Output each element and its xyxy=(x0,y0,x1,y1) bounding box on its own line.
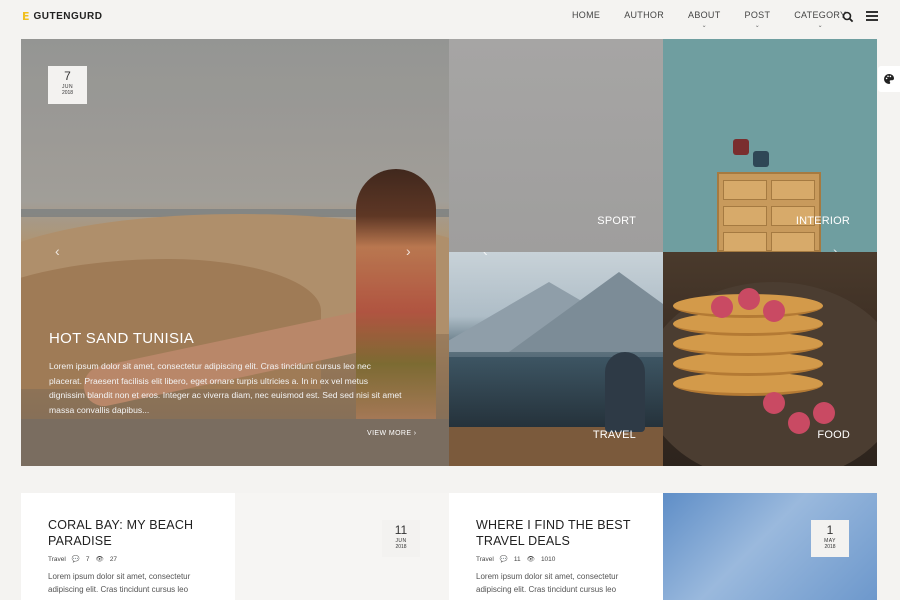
date-day: 7 xyxy=(64,69,71,83)
nav-item-label: CATEGORY xyxy=(794,10,847,20)
chevron-down-icon: ⌄ xyxy=(817,23,823,29)
nav-item-label: POST xyxy=(744,10,771,20)
nav-item-label: AUTHOR xyxy=(624,10,665,20)
post-date: 11 JUN 2018 xyxy=(382,520,420,557)
view-more-link[interactable]: VIEW MORE › xyxy=(367,430,417,437)
date-year: 2018 xyxy=(824,544,836,550)
eye-icon: 👁 xyxy=(95,556,104,563)
chevron-right-icon[interactable]: › xyxy=(833,243,838,252)
photo-subject xyxy=(605,352,645,432)
comment-count: 11 xyxy=(513,555,521,563)
palette-icon[interactable] xyxy=(878,66,900,92)
date-year: 2018 xyxy=(395,544,407,550)
category-tile-sport[interactable]: SPORT xyxy=(449,39,663,252)
post-cards-row: CORAL BAY: MY BEACH PARADISE Travel 💬 7 … xyxy=(21,493,877,600)
comments-icon: 💬 xyxy=(499,556,508,563)
nav-item-label: ABOUT xyxy=(688,10,721,20)
post-date: 1 MAY 2018 xyxy=(811,520,849,557)
chevron-down-icon: ⌄ xyxy=(701,23,707,29)
comment-count: 7 xyxy=(85,555,90,563)
hero-grid: 7 JUN 2018 HOT SAND TUNISIA Lorem ipsum … xyxy=(21,39,877,466)
nav-item-post[interactable]: POST ⌄ xyxy=(733,10,783,29)
cabinet-image xyxy=(717,172,821,252)
category-tile-food[interactable]: FOOD xyxy=(663,252,877,466)
chevron-left-icon[interactable]: ‹ xyxy=(55,243,60,259)
tile-label: FOOD xyxy=(817,429,850,441)
post-excerpt: Lorem ipsum dolor sit amet, consectetur … xyxy=(476,572,619,594)
view-count: 27 xyxy=(109,555,118,563)
tile-label: TRAVEL xyxy=(592,429,636,441)
hero-slide[interactable]: 7 JUN 2018 HOT SAND TUNISIA Lorem ipsum … xyxy=(21,39,449,466)
logo-mark: E xyxy=(22,10,30,23)
post-title[interactable]: CORAL BAY: MY BEACH PARADISE xyxy=(48,518,218,549)
view-more-label: VIEW MORE xyxy=(367,430,412,437)
tile-label: SPORT xyxy=(597,215,636,227)
nav-item-label: HOME xyxy=(572,10,601,20)
post-image[interactable]: 11 JUN 2018 xyxy=(235,493,449,600)
comments-icon: 💬 xyxy=(71,556,80,563)
eye-icon: 👁 xyxy=(526,556,535,563)
post-category[interactable]: Travel xyxy=(48,556,66,563)
post-title[interactable]: WHERE I FIND THE BEST TRAVEL DEALS xyxy=(476,518,646,549)
nav-item-about[interactable]: ABOUT ⌄ xyxy=(676,10,733,29)
post-card[interactable]: CORAL BAY: MY BEACH PARADISE Travel 💬 7 … xyxy=(21,493,235,600)
site-header: E GUTENGURD HOME AUTHOR ABOUT ⌄ POST ⌄ C… xyxy=(0,0,900,34)
hero-excerpt: Lorem ipsum dolor sit amet, consectetur … xyxy=(49,361,402,415)
date-day: 11 xyxy=(394,523,408,537)
hero-title[interactable]: HOT SAND TUNISIA xyxy=(49,330,194,347)
post-date: 7 JUN 2018 xyxy=(48,66,87,104)
tile-label: INTERIOR xyxy=(795,215,850,227)
date-year: 2018 xyxy=(61,90,74,96)
cup-image xyxy=(753,151,769,167)
post-card[interactable]: WHERE I FIND THE BEST TRAVEL DEALS Trave… xyxy=(449,493,663,600)
search-icon[interactable] xyxy=(842,10,854,23)
logo-text: GUTENGURD xyxy=(33,11,103,22)
site-logo[interactable]: E GUTENGURD xyxy=(22,10,102,23)
chevron-right-icon: › xyxy=(413,430,417,437)
post-meta: Travel 💬 11 👁 1010 xyxy=(476,555,556,564)
nav-item-home[interactable]: HOME xyxy=(560,10,612,20)
chevron-down-icon: ⌄ xyxy=(754,23,761,29)
nav-item-author[interactable]: AUTHOR xyxy=(612,10,676,20)
chevron-left-icon[interactable]: ‹ xyxy=(483,252,488,259)
view-count: 1010 xyxy=(540,555,556,563)
category-tile-travel[interactable]: TRAVEL ‹ xyxy=(449,252,663,466)
main-nav: HOME AUTHOR ABOUT ⌄ POST ⌄ CATEGORY ⌄ xyxy=(560,10,858,29)
date-day: 1 xyxy=(826,523,834,537)
menu-icon[interactable] xyxy=(866,11,878,21)
chevron-right-icon[interactable]: › xyxy=(406,243,411,259)
cup-image xyxy=(733,139,749,155)
post-category[interactable]: Travel xyxy=(476,556,494,563)
post-image[interactable]: 1 MAY 2018 xyxy=(663,493,877,600)
category-tile-interior[interactable]: INTERIOR › xyxy=(663,39,877,252)
post-meta: Travel 💬 7 👁 27 xyxy=(48,555,118,564)
post-excerpt: Lorem ipsum dolor sit amet, consectetur … xyxy=(48,572,191,594)
